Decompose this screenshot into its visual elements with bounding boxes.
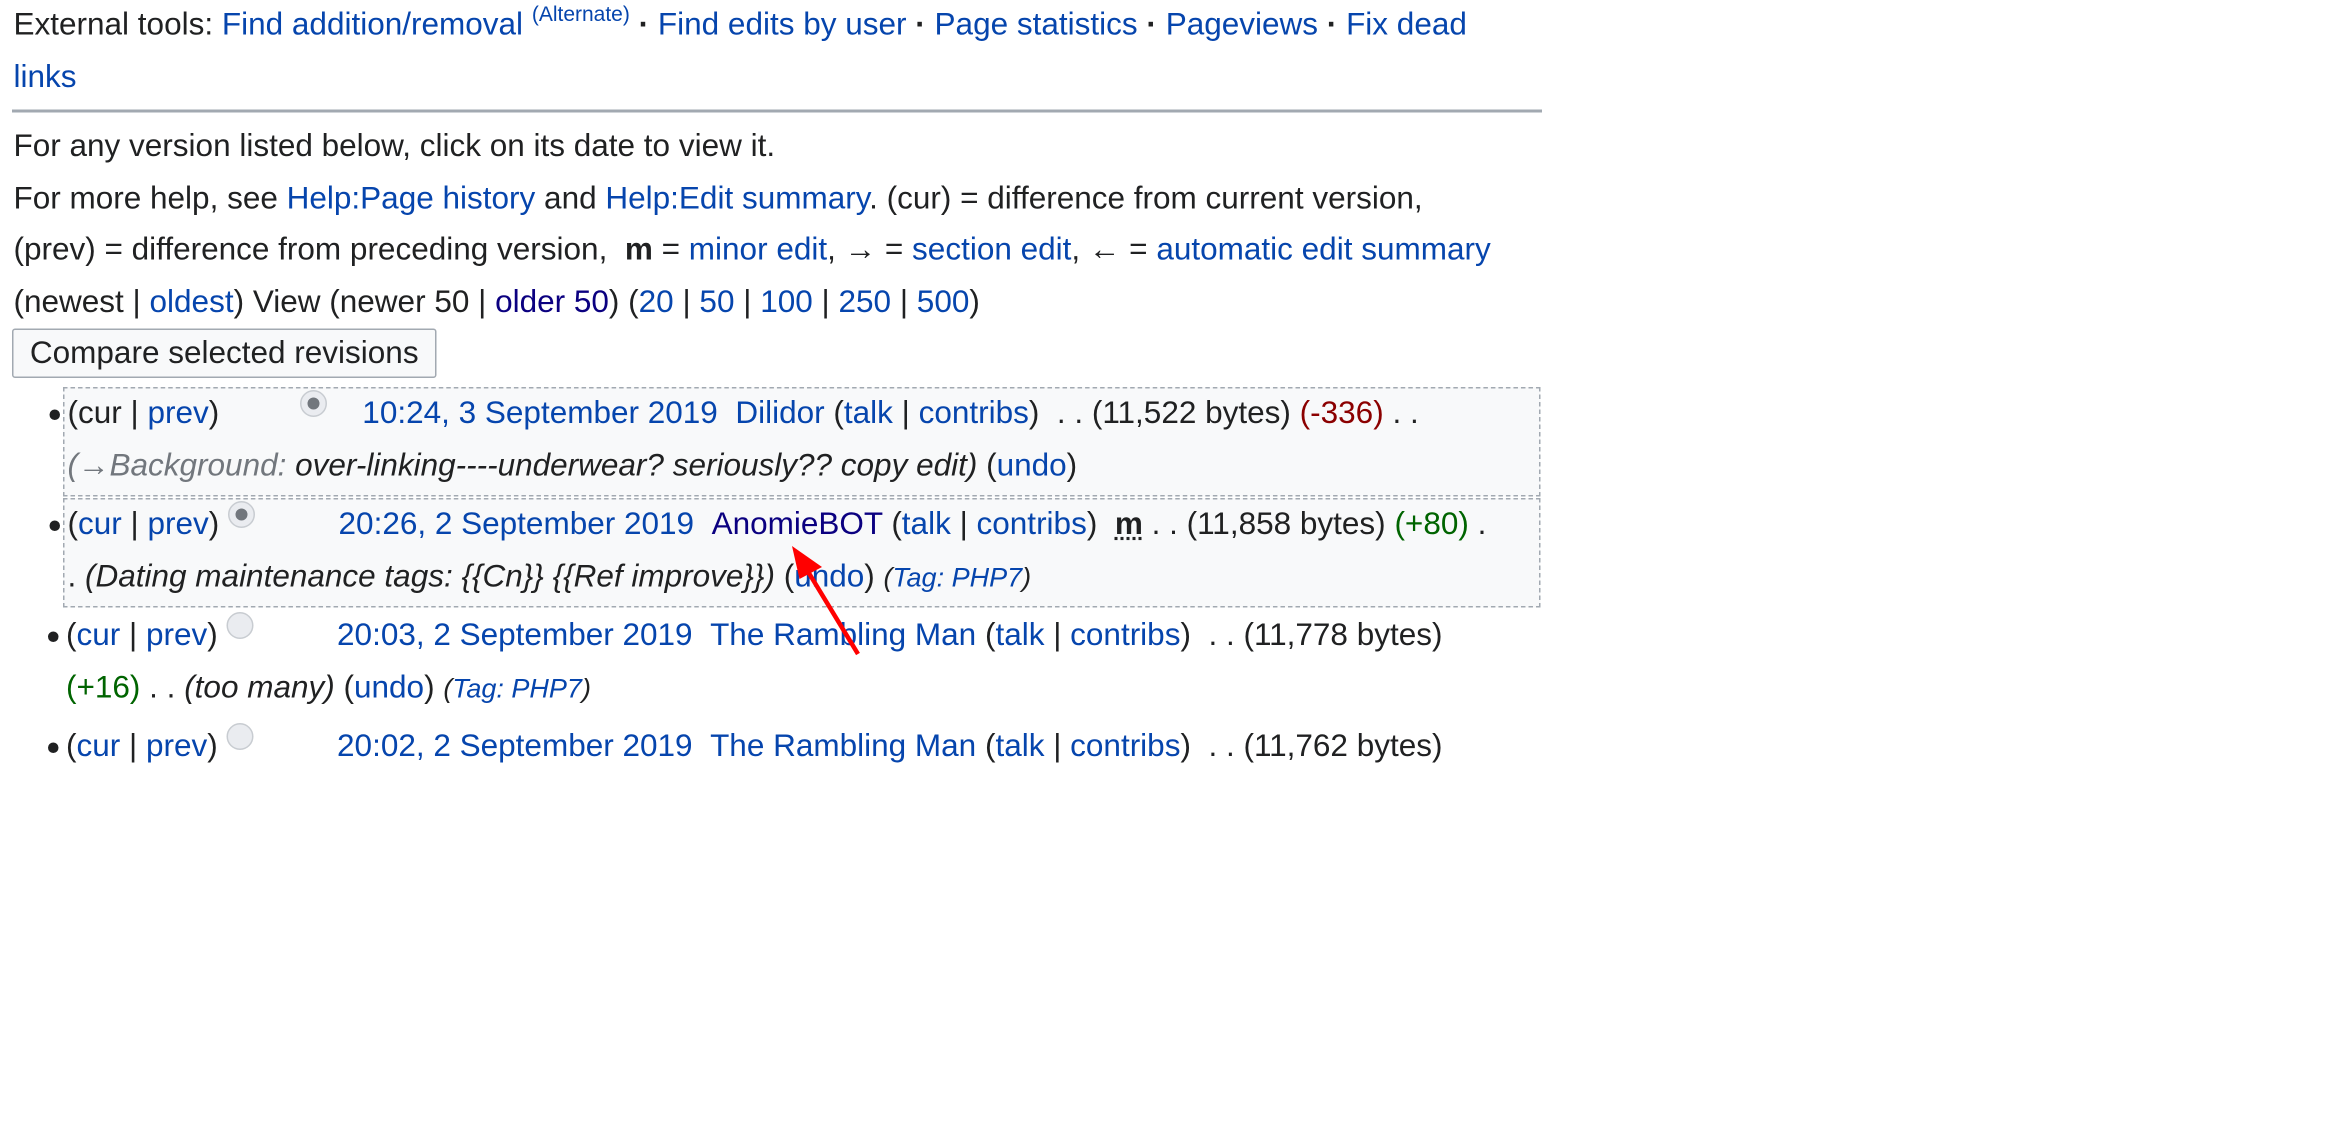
older-50-link[interactable]: older 50 [495,284,609,319]
user-talk-link[interactable]: talk [844,396,893,431]
user-contribs-link[interactable]: contribs [1070,618,1180,653]
size-diff: (-336) [1299,396,1384,431]
user-contribs-link[interactable]: contribs [919,396,1029,431]
undo-link[interactable]: undo [354,671,424,706]
limit-250-link[interactable]: 250 [839,284,892,319]
help-line-3: (prev) = difference from preceding versi… [13,232,1491,268]
help-edit-summary-link[interactable]: Help:Edit summary [605,181,869,216]
radio-oldid[interactable] [299,390,327,417]
user-link[interactable]: The Rambling Man [710,729,976,764]
prev-link[interactable]: prev [147,396,208,431]
alternate-link[interactable]: (Alternate) [532,2,630,26]
page-size: (11,858 bytes) [1186,507,1386,542]
minor-edit-link[interactable]: minor edit [689,233,827,268]
revision-date-link[interactable]: 20:26, 2 September 2019 [339,507,695,542]
radio-diff[interactable] [226,723,254,750]
revision-row: (cur | prev) 10:24, 3 September 2019 Dil… [49,387,1541,497]
prev-link[interactable]: prev [146,729,207,764]
pageviews-link[interactable]: Pageviews [1166,8,1318,43]
separator: · [1146,7,1157,43]
edit-summary: (Dating maintenance tags: {{Cn}} {{Ref i… [85,559,775,595]
user-talk-link[interactable]: talk [995,729,1044,764]
help-page-history-link[interactable]: Help:Page history [287,181,536,216]
limit-100-link[interactable]: 100 [760,284,813,319]
automatic-edit-summary-link[interactable]: automatic edit summary [1156,233,1490,268]
page-size: (11,778 bytes) [1243,618,1443,653]
tag-label-link[interactable]: Tag: [893,563,945,593]
separator: · [638,7,650,43]
user-contribs-link[interactable]: contribs [1070,729,1180,764]
page-size: (11,762 bytes) [1243,729,1443,764]
revision-row: (cur | prev) 20:02, 2 September 2019 The… [48,722,1541,832]
user-talk-link[interactable]: talk [902,507,951,542]
undo-link[interactable]: undo [997,449,1067,484]
limit-500-link[interactable]: 500 [917,284,970,319]
edit-summary: (too many) [184,670,335,706]
section-autocomment[interactable]: (→Background: [68,449,287,484]
oldest-link[interactable]: oldest [150,284,234,319]
bullet [49,409,60,420]
user-contribs-link[interactable]: contribs [977,507,1087,542]
size-diff: (+80) [1394,507,1469,542]
tag-link[interactable]: PHP7 [952,563,1023,593]
section-edit-link[interactable]: section edit [912,233,1071,268]
limit-50-link[interactable]: 50 [699,284,734,319]
user-link[interactable]: AnomieBOT [712,507,883,542]
tag-link[interactable]: PHP7 [511,674,582,704]
prev-link[interactable]: prev [146,618,207,653]
prev-link[interactable]: prev [147,507,208,542]
user-talk-link[interactable]: talk [995,618,1044,653]
undo-link[interactable]: undo [794,560,864,595]
edit-summary: over-linking----underwear? seriously?? c… [295,448,978,484]
help-line-2: For more help, see Help:Page history and… [13,180,1423,216]
cur-link[interactable]: cur [77,729,121,764]
revision-row: (cur | prev) 20:26, 2 September 2019 Ano… [49,498,1541,608]
external-tools-label: External tools: [13,7,214,43]
find-addition-removal-link[interactable]: Find addition/removal [222,8,523,43]
minor-marker: m [624,232,653,268]
revision-date-link[interactable]: 20:02, 2 September 2019 [337,729,693,764]
history-help: For any version listed below, click on i… [14,122,1559,329]
find-edits-by-user-link[interactable]: Find edits by user [658,8,907,43]
page-statistics-link[interactable]: Page statistics [935,8,1138,43]
user-link[interactable]: Dilidor [735,396,824,431]
divider [12,109,1542,113]
revision-date-link[interactable]: 10:24, 3 September 2019 [362,396,718,431]
help-line-1: For any version listed below, click on i… [13,129,776,164]
minor-edit-marker: m [1114,507,1143,542]
page-size: (11,522 bytes) [1091,396,1291,431]
cur-link[interactable]: cur [78,507,122,542]
bullet [48,631,59,642]
separator: · [1326,7,1338,43]
tag-label-link[interactable]: Tag: [452,674,504,704]
compare-selected-revisions-button[interactable]: Compare selected revisions [12,328,437,378]
external-tools: External tools: Find addition/removal (A… [14,0,1544,104]
radio-diff[interactable] [228,501,255,528]
history-navigation: (newest | oldest) View (newer 50 | older… [13,284,980,319]
limit-20-link[interactable]: 20 [639,284,674,319]
size-diff: (+16) [66,670,141,706]
cur-link[interactable]: cur [77,618,121,653]
cur-label: cur [78,396,122,431]
revision-row: (cur | prev) 20:03, 2 September 2019 The… [48,611,1541,721]
bullet [49,520,60,531]
radio-diff[interactable] [226,612,254,639]
bullet [48,742,59,753]
revision-date-link[interactable]: 20:03, 2 September 2019 [337,618,693,653]
separator: · [915,7,926,43]
user-link[interactable]: The Rambling Man [710,618,976,653]
